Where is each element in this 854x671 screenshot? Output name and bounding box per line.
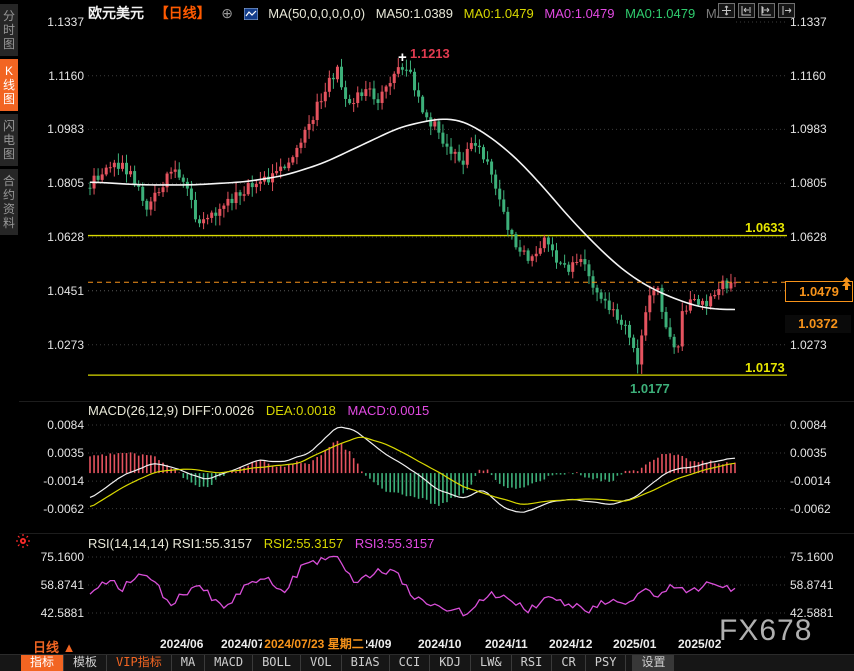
macd-header: MACD(26,12,9) DIFF:0.0026 DEA:0.0018 MAC…: [88, 403, 441, 418]
toolbar-tab[interactable]: PSY: [586, 655, 627, 671]
main-axis-right-label: 1.1160: [790, 69, 826, 83]
rsi-axis-left-label: 58.8741: [20, 578, 84, 592]
toolbar-tab[interactable]: CCI: [390, 655, 431, 671]
macd-axis-right-label: 0.0084: [790, 418, 827, 432]
macd-axis-right-label: -0.0062: [790, 502, 831, 516]
sidebar-item-tab[interactable]: 合约资料: [0, 169, 18, 235]
rsi1-label: RSI(14,14,14) RSI1:55.3157: [88, 536, 252, 551]
resistance-label: 1.0633: [745, 220, 785, 235]
macd-axis-left-label: -0.0014: [20, 474, 84, 488]
indicator-toolbar: 指标模板VIP指标MAMACDBOLLVOLBIASCCIKDJLW&RSICR…: [0, 654, 854, 671]
jump-to-latest-icon[interactable]: [840, 276, 853, 296]
chart-header: 欧元美元 【日线】 ⊕ MA(50,0,0,0,0,0) MA50:1.0389…: [88, 3, 736, 23]
crosshair-marker: +: [398, 49, 407, 66]
ma0-value-magenta: MA0:1.0479: [544, 6, 614, 21]
date-tick-label: 2024/07: [221, 637, 264, 651]
ma50-value: MA50:1.0389: [376, 6, 453, 21]
main-axis-left-label: 1.1337: [20, 15, 84, 29]
watermark: FX678: [719, 614, 812, 648]
chart-tool-icons: [718, 3, 795, 18]
date-tick-label: 2024/12: [549, 637, 592, 651]
ma0-value-green: MA0:1.0479: [625, 6, 695, 21]
add-indicator-icon[interactable]: ⊕: [221, 5, 233, 21]
macd-axis-left-label: -0.0062: [20, 502, 84, 516]
rsi-axis-right-label: 58.8741: [790, 578, 833, 592]
main-axis-left-label: 1.0805: [20, 176, 84, 190]
toolbar-tab[interactable]: 设置: [632, 655, 674, 671]
toolbar-tab[interactable]: VIP指标: [107, 655, 172, 671]
toolbar-tab[interactable]: CR: [552, 655, 585, 671]
period-tag: 【日线】: [155, 5, 211, 21]
date-tick-label: 2024/10: [418, 637, 461, 651]
symbol-title: 欧元美元: [88, 5, 144, 21]
toolbar-tab[interactable]: RSI: [512, 655, 553, 671]
alert-icon[interactable]: [15, 533, 31, 554]
macd-value-label: MACD:0.0015: [348, 403, 430, 418]
sidebar: 分时图 K线图闪电图合约资料: [0, 0, 18, 654]
main-axis-left-label: 1.0451: [20, 284, 84, 298]
support-label: 1.0173: [745, 360, 785, 375]
pan-tool-icon[interactable]: [718, 3, 735, 18]
macd-axis-right-label: 0.0035: [790, 446, 827, 460]
date-tick-label: 2024/11: [485, 637, 528, 651]
macd-axis-left-label: 0.0084: [20, 418, 84, 432]
sidebar-item-tab[interactable]: 分时图: [0, 4, 18, 56]
rsi-axis-right-label: 75.1600: [790, 550, 833, 564]
date-tick-label: 2025/02: [678, 637, 721, 651]
toolbar-tab[interactable]: LW&: [471, 655, 512, 671]
toolbar-tab[interactable]: BOLL: [253, 655, 301, 671]
ma-settings-label: MA(50,0,0,0,0,0): [268, 6, 365, 21]
toolbar-tab[interactable]: VOL: [301, 655, 342, 671]
main-axis-right-label: 1.0628: [790, 230, 827, 244]
period-selector-label: 日线: [33, 640, 59, 655]
macd-axis-right-label: -0.0014: [790, 474, 831, 488]
chart-canvas[interactable]: [0, 0, 854, 671]
zoom-out-axis-icon[interactable]: [758, 3, 775, 18]
main-axis-right-label: 1.0983: [790, 122, 827, 136]
main-axis-left-label: 1.0983: [20, 122, 84, 136]
rsi2-label: RSI2:55.3157: [264, 536, 344, 551]
ma0-value-yellow: MA0:1.0479: [464, 6, 534, 21]
toolbar-tab[interactable]: 模板: [64, 655, 107, 671]
sidebar-item-selected[interactable]: K线图: [0, 59, 18, 111]
toolbar-tab[interactable]: KDJ: [430, 655, 471, 671]
rsi-axis-left-label: 42.5881: [20, 606, 84, 620]
macd-diff-label: MACD(26,12,9) DIFF:0.0026: [88, 403, 254, 418]
macd-axis-left-label: 0.0035: [20, 446, 84, 460]
toolbar-tab[interactable]: BIAS: [342, 655, 390, 671]
low-price-label: 1.0177: [630, 381, 670, 396]
toolbar-tab[interactable]: MA: [172, 655, 205, 671]
main-axis-right-label: 1.0273: [790, 338, 827, 352]
ma50-price-box: 1.0372: [785, 315, 851, 333]
crosshair-date-box: 2024/07/23 星期二: [262, 635, 366, 653]
rsi3-label: RSI3:55.3157: [355, 536, 435, 551]
main-axis-left-label: 1.1160: [20, 69, 84, 83]
trading-app: { "header": { "symbol": "欧元美元", "period_…: [0, 0, 854, 671]
chart-type-icon: [244, 8, 258, 23]
toolbar-tab[interactable]: MACD: [205, 655, 253, 671]
high-price-label: 1.1213: [410, 46, 450, 61]
main-axis-right-label: 1.0805: [790, 176, 827, 190]
date-tick-label: 2024/06: [160, 637, 203, 651]
goto-latest-icon[interactable]: [778, 3, 795, 18]
date-tick-label: 2025/01: [613, 637, 656, 651]
macd-dea-label: DEA:0.0018: [266, 403, 336, 418]
rsi-header: RSI(14,14,14) RSI1:55.3157 RSI2:55.3157 …: [88, 536, 446, 551]
chevron-up-icon: ▲: [63, 640, 76, 655]
main-axis-left-label: 1.0273: [20, 338, 84, 352]
toolbar-tab[interactable]: 指标: [21, 655, 64, 671]
main-axis-right-label: 1.1337: [790, 15, 827, 29]
main-axis-left-label: 1.0628: [20, 230, 84, 244]
sidebar-item-tab[interactable]: 闪电图: [0, 114, 18, 166]
zoom-in-axis-icon[interactable]: [738, 3, 755, 18]
